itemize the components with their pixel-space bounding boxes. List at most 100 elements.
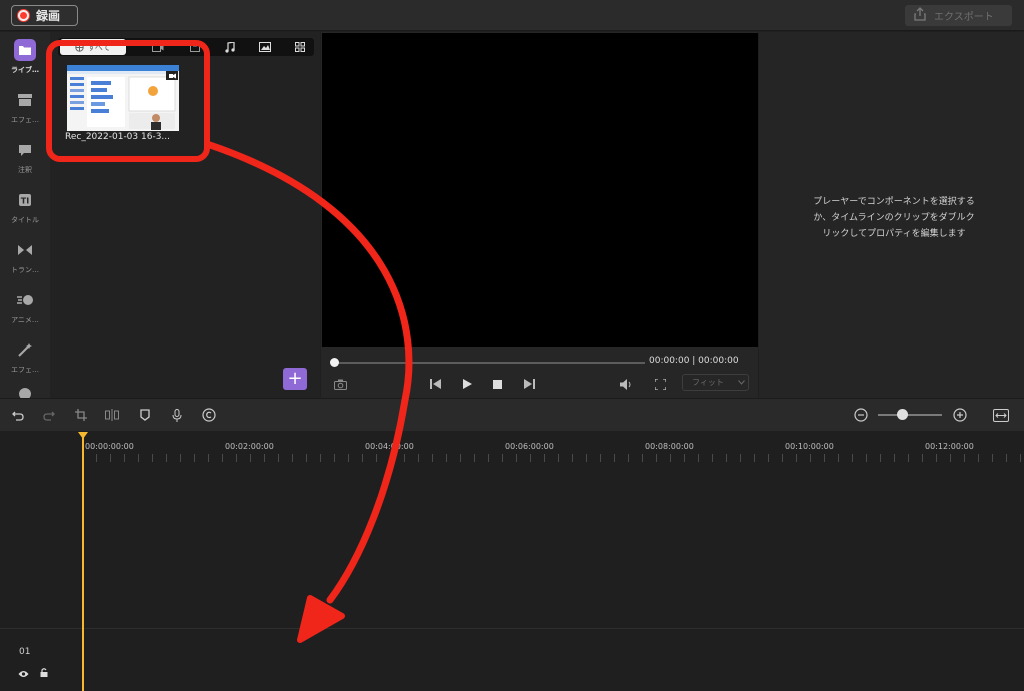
properties-hint: プレーヤーでコンポーネントを選択する か、タイムラインのクリップをダブルク リッ…	[789, 194, 999, 242]
track-divider	[84, 628, 1024, 629]
sidebar-item-label: タイトル	[11, 216, 39, 224]
sidebar-item-effects-store[interactable]: エフェ…	[0, 82, 50, 130]
play-button[interactable]	[460, 377, 474, 391]
ruler-ticks	[82, 454, 1024, 462]
tab-image[interactable]	[257, 39, 273, 55]
record-icon	[18, 10, 29, 21]
fullscreen-button[interactable]	[653, 377, 667, 391]
marker-button[interactable]	[137, 407, 153, 423]
sidebar-item-transition[interactable]: トラン…	[0, 232, 50, 280]
ruler-label: 00:10:00:00	[785, 442, 834, 451]
music-note-icon	[225, 41, 235, 53]
fullscreen-icon	[654, 378, 666, 390]
properties-panel: プレーヤーでコンポーネントを選択する か、タイムラインのクリップをダブルク リッ…	[759, 32, 1024, 398]
timeline[interactable]: 00:00:00:00 00:02:00:00 00:04:00:00 00:0…	[0, 432, 1024, 691]
time-ruler[interactable]: 00:00:00:00 00:02:00:00 00:04:00:00 00:0…	[0, 432, 1024, 464]
fit-select[interactable]: フィット	[682, 374, 749, 391]
ruler-label: 00:06:00:00	[505, 442, 554, 451]
add-media-button[interactable]: +	[283, 368, 307, 390]
share-icon	[913, 6, 927, 25]
tab-audio[interactable]	[222, 39, 238, 55]
zoom-slider-track[interactable]	[878, 414, 942, 416]
sidebar-item-animation[interactable]: アニメ…	[0, 282, 50, 330]
eye-icon[interactable]	[18, 663, 29, 682]
progress-track[interactable]	[333, 362, 645, 364]
tab-other[interactable]	[292, 39, 308, 55]
folder-icon	[14, 39, 36, 61]
fit-timeline-button[interactable]	[993, 407, 1009, 423]
voiceover-button[interactable]	[169, 407, 185, 423]
lock-icon[interactable]	[40, 662, 48, 681]
export-button[interactable]: エクスポート	[905, 5, 1012, 26]
volume-button[interactable]	[619, 377, 633, 391]
ruler-label: 00:00:00:00	[85, 442, 134, 451]
zoom-slider-knob[interactable]	[897, 409, 908, 420]
skip-back-icon	[429, 379, 441, 389]
playhead[interactable]	[82, 432, 84, 691]
video-preview[interactable]	[322, 33, 758, 347]
sidebar-item-annotation[interactable]: 注釈	[0, 132, 50, 180]
crop-button[interactable]	[73, 407, 89, 423]
store-icon	[14, 89, 36, 111]
play-icon	[462, 379, 472, 389]
grid-icon	[295, 42, 305, 52]
progress-knob[interactable]	[330, 358, 339, 367]
zoom-out-button[interactable]	[853, 407, 869, 423]
zoom-in-button[interactable]	[952, 407, 968, 423]
ruler-label: 00:02:00:00	[225, 442, 274, 451]
microphone-icon	[172, 408, 182, 422]
record-label: 録画	[36, 9, 61, 23]
copyright-button[interactable]	[201, 407, 217, 423]
undo-button[interactable]	[10, 407, 26, 423]
track-header: 01	[0, 628, 82, 691]
title-icon: TI	[14, 189, 36, 211]
crop-icon	[75, 409, 87, 421]
zoom-in-icon	[953, 408, 967, 422]
split-button[interactable]	[104, 407, 120, 423]
preview-panel: 00:00:00 | 00:00:00 フィット	[321, 32, 758, 398]
sticker-icon	[14, 387, 36, 398]
properties-hint-line: リックしてプロパティを編集します	[822, 229, 966, 239]
speech-bubble-icon	[14, 139, 36, 161]
snapshot-button[interactable]	[333, 377, 347, 391]
skip-forward-icon	[523, 379, 535, 389]
top-bar: 録画 エクスポート	[0, 0, 1024, 31]
annotation-highlight-box	[46, 40, 210, 162]
record-button[interactable]: 録画	[11, 5, 78, 26]
fit-select-value: フィット	[692, 378, 724, 387]
camera-icon	[333, 379, 347, 390]
timecode: 00:00:00 | 00:00:00	[649, 356, 739, 366]
playhead-handle[interactable]	[78, 432, 88, 439]
timeline-toolbar	[0, 398, 1024, 431]
properties-hint-line: プレーヤーでコンポーネントを選択する	[813, 197, 975, 207]
ruler-label: 00:12:00:00	[925, 442, 974, 451]
sidebar-item-library[interactable]: ライブ…	[0, 32, 50, 80]
stop-button[interactable]	[490, 377, 504, 391]
sidebar-item-label: エフェ…	[11, 366, 39, 374]
sidebar-item-label: ライブ…	[11, 66, 39, 74]
sidebar-item-title[interactable]: TI タイトル	[0, 182, 50, 230]
stop-icon	[492, 379, 502, 389]
next-frame-button[interactable]	[522, 377, 536, 391]
track-number: 01	[19, 647, 31, 657]
redo-button[interactable]	[41, 407, 57, 423]
zoom-out-icon	[854, 408, 868, 422]
sidebar: ライブ… エフェ… 注釈 TI タイトル トラン… アニメ… エフェ…	[0, 32, 50, 398]
sidebar-item-label: エフェ…	[11, 116, 39, 124]
properties-hint-line: か、タイムラインのクリップをダブルク	[813, 213, 975, 223]
redo-icon	[43, 411, 55, 421]
transition-icon	[14, 239, 36, 261]
sidebar-item-effects[interactable]: エフェ…	[0, 332, 50, 380]
previous-frame-button[interactable]	[428, 377, 442, 391]
sidebar-item-more[interactable]	[0, 382, 50, 398]
svg-text:TI: TI	[21, 197, 29, 206]
ruler-label: 00:08:00:00	[645, 442, 694, 451]
undo-icon	[12, 411, 24, 421]
sidebar-item-label: アニメ…	[11, 316, 39, 324]
sidebar-item-label: 注釈	[18, 166, 32, 174]
image-icon	[259, 42, 271, 52]
marker-icon	[140, 409, 150, 421]
copyright-icon	[202, 408, 216, 422]
volume-icon	[619, 378, 630, 390]
split-icon	[105, 409, 119, 421]
